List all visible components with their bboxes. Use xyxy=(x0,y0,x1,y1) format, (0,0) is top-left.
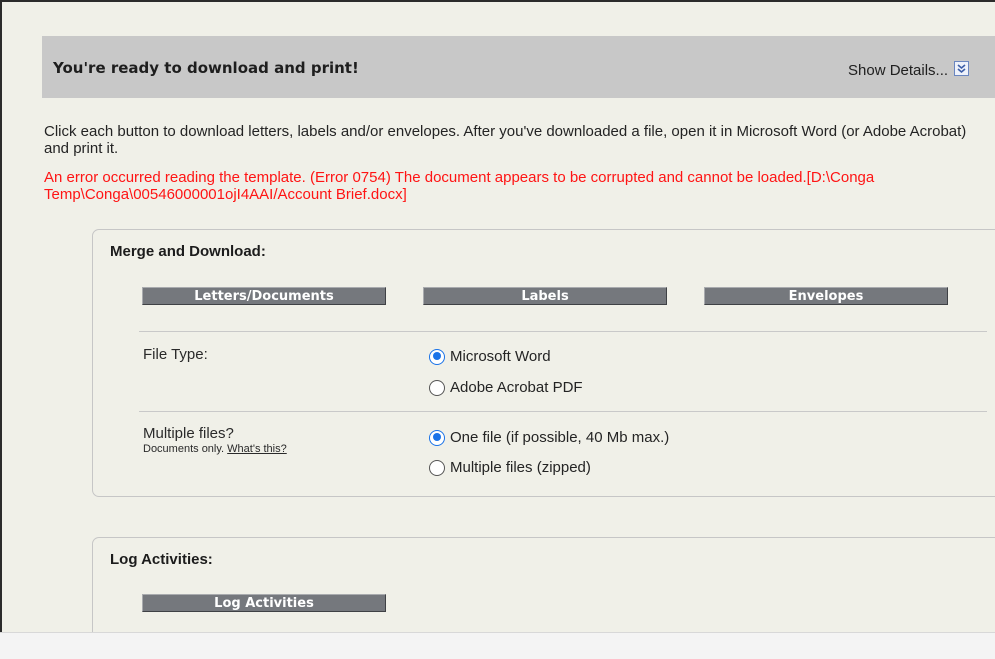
log-activities-button[interactable]: Log Activities xyxy=(142,594,386,612)
envelopes-button[interactable]: Envelopes xyxy=(704,287,948,305)
radio-button[interactable] xyxy=(429,459,445,476)
radio-microsoft-word[interactable]: Microsoft Word xyxy=(429,348,551,365)
ready-header: You're ready to download and print! Show… xyxy=(42,36,995,98)
radio-one-file[interactable]: One file (if possible, 40 Mb max.) xyxy=(429,429,669,446)
divider xyxy=(139,331,987,332)
radio-adobe-acrobat-pdf[interactable]: Adobe Acrobat PDF xyxy=(429,379,583,396)
radio-label[interactable]: One file (if possible, 40 Mb max.) xyxy=(450,429,669,446)
merge-and-download-panel: Merge and Download: Letters/Documents La… xyxy=(92,229,995,497)
labels-button[interactable]: Labels xyxy=(423,287,667,305)
show-details-toggle[interactable]: Show Details... xyxy=(848,61,970,79)
radio-button[interactable] xyxy=(429,379,445,396)
log-panel-title: Log Activities: xyxy=(110,551,213,568)
radio-multiple-files-zipped[interactable]: Multiple files (zipped) xyxy=(429,459,591,476)
whats-this-link[interactable]: What's this? xyxy=(227,443,287,455)
log-activities-panel: Log Activities: Log Activities xyxy=(92,537,995,632)
radio-button[interactable] xyxy=(429,429,445,446)
show-details-label[interactable]: Show Details... xyxy=(848,62,948,79)
radio-button[interactable] xyxy=(429,348,445,365)
multiple-files-sublabel: Documents only. What's this? xyxy=(143,443,287,455)
radio-label[interactable]: Microsoft Word xyxy=(450,348,551,365)
multiple-files-label: Multiple files? xyxy=(143,425,234,442)
letters-documents-button[interactable]: Letters/Documents xyxy=(142,287,386,305)
radio-label[interactable]: Adobe Acrobat PDF xyxy=(450,379,583,396)
bottom-bar xyxy=(0,632,995,659)
radio-label[interactable]: Multiple files (zipped) xyxy=(450,459,591,476)
merge-panel-title: Merge and Download: xyxy=(110,243,266,260)
page-title: You're ready to download and print! xyxy=(53,59,359,77)
file-type-label: File Type: xyxy=(143,346,208,363)
divider xyxy=(139,411,987,412)
app-frame: You're ready to download and print! Show… xyxy=(0,0,995,632)
expand-chevron-icon[interactable] xyxy=(954,61,970,76)
instructions-text: Click each button to download letters, l… xyxy=(44,123,967,157)
documents-only-note: Documents only. xyxy=(143,443,225,455)
error-message: An error occurred reading the template. … xyxy=(44,169,875,203)
